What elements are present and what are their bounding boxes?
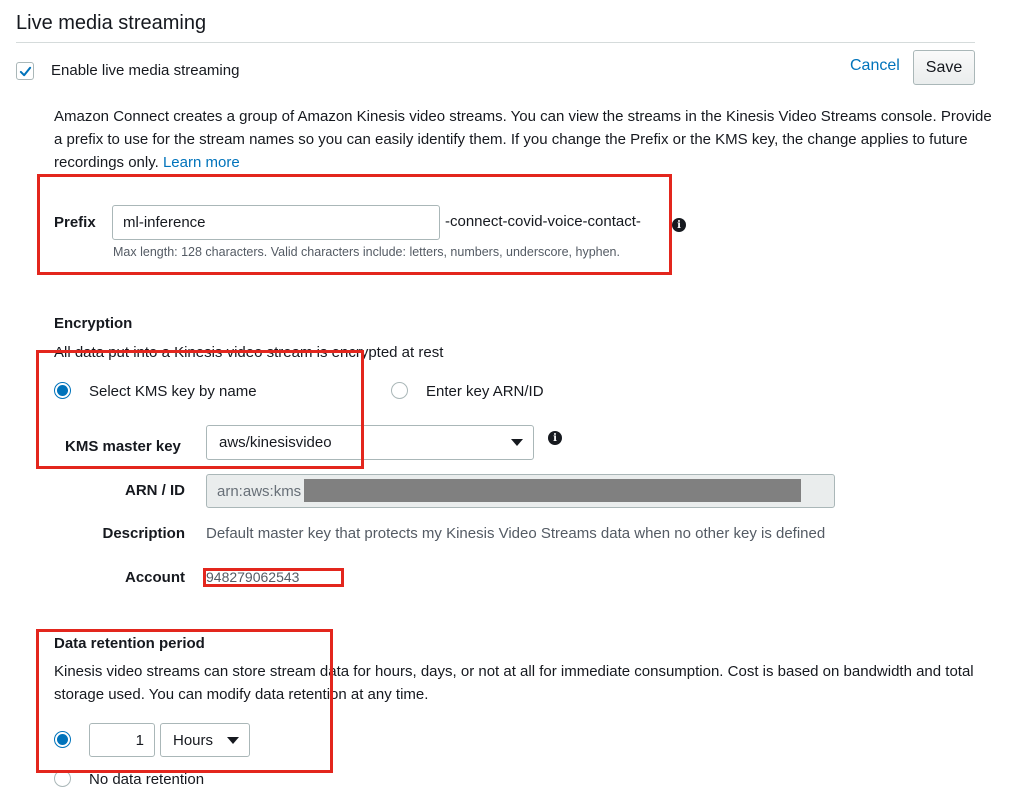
enable-streaming-label: Enable live media streaming — [51, 62, 240, 79]
info-icon[interactable]: i — [672, 218, 686, 232]
redacted-block — [304, 479, 801, 502]
learn-more-link[interactable]: Learn more — [163, 154, 240, 171]
enable-streaming-checkbox[interactable] — [16, 62, 34, 80]
no-retention-label[interactable]: No data retention — [89, 771, 204, 788]
kms-info-icon[interactable]: i — [548, 431, 562, 445]
arn-label: ARN / ID — [125, 482, 185, 499]
kms-arn-radio[interactable] — [391, 382, 408, 399]
chevron-down-icon — [511, 439, 523, 446]
annotation-box-retention — [36, 629, 333, 773]
save-button[interactable]: Save — [913, 50, 975, 85]
account-label: Account — [125, 569, 185, 586]
description-value: Default master key that protects my Kine… — [206, 525, 826, 542]
section-title: Live media streaming — [16, 12, 207, 34]
annotation-box-account — [203, 568, 344, 587]
annotation-box-prefix — [37, 174, 672, 275]
kms-arn-label[interactable]: Enter key ARN/ID — [426, 383, 544, 400]
annotation-box-kms — [36, 350, 364, 469]
encryption-heading: Encryption — [54, 315, 133, 332]
cancel-button[interactable]: Cancel — [850, 57, 900, 75]
intro-description: Amazon Connect creates a group of Amazon… — [54, 105, 994, 174]
checkmark-icon — [19, 66, 31, 76]
description-label: Description — [102, 525, 185, 542]
section-divider — [16, 42, 975, 43]
